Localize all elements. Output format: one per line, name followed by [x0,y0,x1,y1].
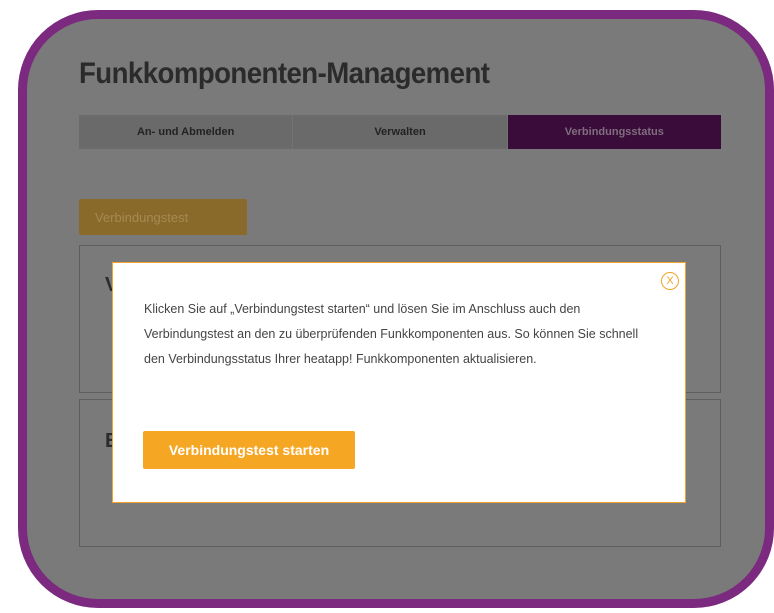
connection-test-dialog: X Klicken Sie auf „Verbindungstest start… [112,262,686,503]
start-connection-test-button[interactable]: Verbindungstest starten [143,431,355,469]
page-title: Funkkomponenten-Management [79,57,490,90]
tab-verwalten[interactable]: Verwalten [293,115,508,149]
close-icon[interactable]: X [661,272,679,290]
tab-bar: An- und Abmelden Verwalten Verbindungsst… [79,115,721,149]
tab-verbindungsstatus[interactable]: Verbindungsstatus [507,115,721,149]
verbindungstest-button[interactable]: Verbindungstest [79,199,247,235]
dialog-message: Klicken Sie auf „Verbindungstest starten… [144,302,639,366]
tab-an-und-abmelden[interactable]: An- und Abmelden [79,115,294,149]
